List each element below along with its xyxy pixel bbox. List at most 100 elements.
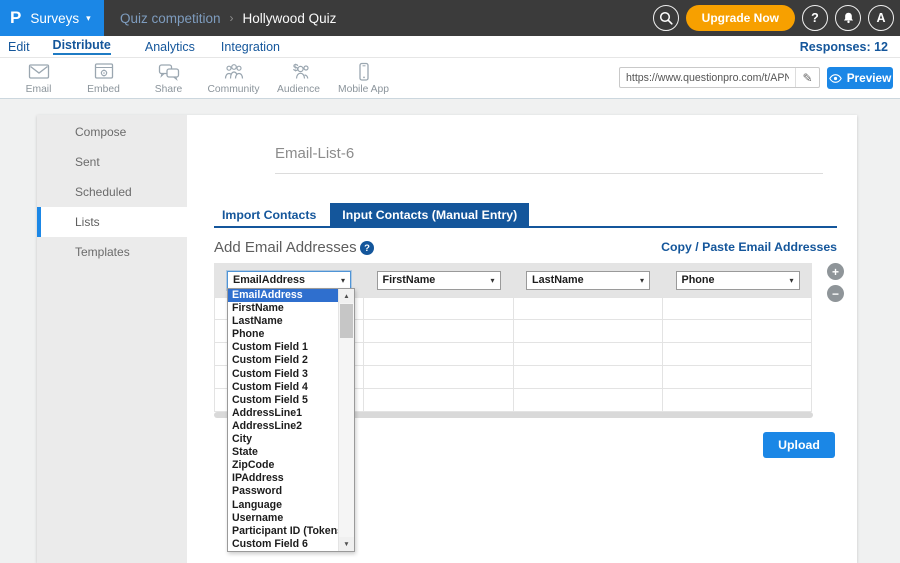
chevron-down-icon: ▾	[341, 276, 345, 285]
tab-import-contacts[interactable]: Import Contacts	[214, 203, 324, 227]
channel-label: Audience	[277, 84, 320, 95]
dropdown-option[interactable]: State	[228, 446, 338, 459]
survey-url-input[interactable]	[620, 68, 795, 87]
help-icon[interactable]: ?	[360, 241, 374, 255]
audience-icon: $	[287, 62, 311, 82]
sidebar-item-compose[interactable]: Compose	[37, 117, 187, 147]
dropdown-option[interactable]: Custom Field 1	[228, 341, 338, 354]
cell-input[interactable]	[364, 366, 513, 388]
cell-input[interactable]	[514, 366, 663, 388]
nav-tab-analytics[interactable]: Analytics	[145, 40, 195, 54]
tab-input-contacts-manual[interactable]: Input Contacts (Manual Entry)	[330, 203, 529, 227]
cell-input[interactable]	[663, 320, 812, 342]
cell-input[interactable]	[364, 389, 513, 411]
breadcrumb: Quiz competition › Hollywood Quiz	[120, 0, 336, 36]
dropdown-option[interactable]: Participant ID (Tokens)	[228, 525, 338, 538]
sidebar-item-sent[interactable]: Sent	[37, 147, 187, 177]
scroll-up-icon[interactable]: ▲	[339, 289, 354, 303]
column-4: Phone ▾	[663, 263, 813, 297]
list-name-underline	[275, 173, 823, 174]
search-button[interactable]	[653, 5, 679, 31]
cell-input[interactable]	[514, 389, 663, 411]
breadcrumb-folder[interactable]: Quiz competition	[120, 11, 221, 26]
dropdown-option[interactable]: FirstName	[228, 302, 338, 315]
field-select-3[interactable]: LastName ▾	[526, 271, 650, 290]
dropdown-option[interactable]: Custom Field 6	[228, 538, 338, 551]
upgrade-now-button[interactable]: Upgrade Now	[686, 5, 795, 31]
embed-icon	[92, 62, 116, 82]
sidebar-item-templates[interactable]: Templates	[37, 237, 187, 267]
preview-button[interactable]: Preview	[827, 67, 893, 89]
channel-label: Share	[155, 84, 182, 95]
dropdown-option[interactable]: City	[228, 433, 338, 446]
notifications-button[interactable]	[835, 5, 861, 31]
channel-email[interactable]: Email	[6, 58, 71, 99]
cell-input[interactable]	[663, 366, 812, 388]
column-3: LastName ▾	[513, 263, 663, 297]
scroll-down-icon[interactable]: ▼	[339, 537, 354, 551]
breadcrumb-survey-name: Hollywood Quiz	[243, 11, 337, 26]
responses-count[interactable]: Responses: 12	[800, 36, 888, 58]
dropdown-scrollbar[interactable]: ▲ ▼	[338, 289, 354, 551]
section-title: Add Email Addresses	[214, 239, 357, 256]
scrollbar-thumb[interactable]	[340, 304, 353, 338]
nav-tab-distribute[interactable]: Distribute	[53, 38, 111, 55]
cell-input[interactable]	[364, 320, 513, 342]
dropdown-options: EmailAddress FirstName LastName Phone Cu…	[228, 289, 338, 551]
dropdown-option[interactable]: Username	[228, 512, 338, 525]
cell-input[interactable]	[663, 343, 812, 365]
copy-paste-link[interactable]: Copy / Paste Email Addresses	[661, 240, 837, 254]
dropdown-option[interactable]: ZipCode	[228, 459, 338, 472]
edit-url-button[interactable]: ✎	[795, 68, 819, 87]
cell-input[interactable]	[364, 298, 513, 319]
list-name-field[interactable]: Email-List-6	[275, 145, 354, 162]
email-sidebar: Compose Sent Scheduled Lists Templates	[37, 115, 187, 563]
channel-community[interactable]: Community	[201, 58, 266, 99]
dropdown-option[interactable]: Password	[228, 485, 338, 498]
add-row-button[interactable]: +	[827, 263, 844, 280]
search-icon	[659, 11, 673, 25]
nav-tab-edit[interactable]: Edit	[8, 40, 30, 54]
cell-input[interactable]	[663, 389, 812, 411]
dropdown-option[interactable]: AddressLine2	[228, 420, 338, 433]
distribute-toolbar: Email Embed Share Community $ Audience M…	[0, 58, 900, 99]
channel-mobile-app[interactable]: Mobile App	[331, 58, 396, 99]
dropdown-option[interactable]: Custom Field 3	[228, 368, 338, 381]
field-select-4[interactable]: Phone ▾	[676, 271, 800, 290]
channel-embed[interactable]: Embed	[71, 58, 136, 99]
cell-input[interactable]	[514, 320, 663, 342]
chevron-down-icon: ▾	[490, 276, 494, 285]
mobile-app-icon	[352, 62, 376, 82]
sidebar-item-scheduled[interactable]: Scheduled	[37, 177, 187, 207]
chevron-down-icon: ▾	[86, 13, 91, 24]
dropdown-option[interactable]: Custom Field 2	[228, 354, 338, 367]
community-icon	[222, 62, 246, 82]
cell-input[interactable]	[663, 298, 812, 319]
field-select-2[interactable]: FirstName ▾	[377, 271, 501, 290]
upload-button[interactable]: Upload	[763, 432, 835, 458]
dropdown-option[interactable]: Custom Field 4	[228, 381, 338, 394]
cell-input[interactable]	[514, 343, 663, 365]
bell-icon	[842, 11, 855, 25]
dropdown-option[interactable]: Phone	[228, 328, 338, 341]
help-button[interactable]: ?	[802, 5, 828, 31]
dropdown-option[interactable]: Language	[228, 499, 338, 512]
cell-input[interactable]	[514, 298, 663, 319]
surveys-menu-button[interactable]: P Surveys ▾	[0, 0, 104, 36]
contacts-tabs: Import Contacts Input Contacts (Manual E…	[214, 203, 529, 227]
account-avatar[interactable]: A	[868, 5, 894, 31]
field-select-1[interactable]: EmailAddress ▾	[227, 271, 351, 290]
dropdown-option[interactable]: AddressLine1	[228, 407, 338, 420]
product-menu-label: Surveys	[30, 11, 79, 26]
dropdown-option[interactable]: LastName	[228, 315, 338, 328]
dropdown-option[interactable]: Custom Field 5	[228, 394, 338, 407]
channel-audience[interactable]: $ Audience	[266, 58, 331, 99]
remove-row-button[interactable]: −	[827, 285, 844, 302]
dropdown-option[interactable]: EmailAddress	[228, 289, 338, 302]
sidebar-item-lists[interactable]: Lists	[37, 207, 187, 237]
dropdown-option[interactable]: IPAddress	[228, 472, 338, 485]
channel-share[interactable]: Share	[136, 58, 201, 99]
field-select-dropdown: EmailAddress FirstName LastName Phone Cu…	[227, 288, 355, 552]
cell-input[interactable]	[364, 343, 513, 365]
nav-tab-integration[interactable]: Integration	[221, 40, 280, 54]
